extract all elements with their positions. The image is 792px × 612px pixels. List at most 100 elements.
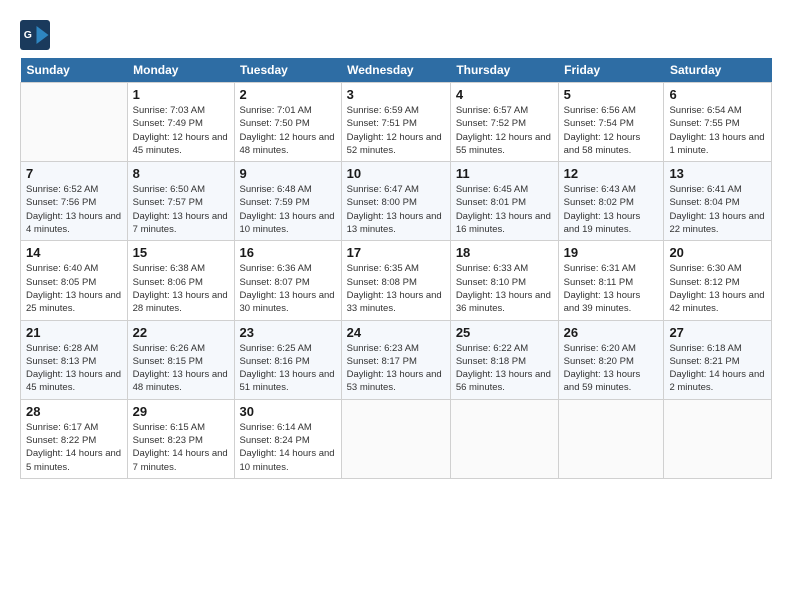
logo: G xyxy=(20,20,54,50)
calendar-cell: 19 Sunrise: 6:31 AMSunset: 8:11 PMDayligh… xyxy=(558,241,664,320)
calendar-table: SundayMondayTuesdayWednesdayThursdayFrid… xyxy=(20,58,772,479)
day-number: 6 xyxy=(669,87,766,102)
day-info: Sunrise: 6:50 AMSunset: 7:57 PMDaylight:… xyxy=(133,183,229,236)
calendar-cell: 26 Sunrise: 6:20 AMSunset: 8:20 PMDayligh… xyxy=(558,320,664,399)
day-info: Sunrise: 6:26 AMSunset: 8:15 PMDaylight:… xyxy=(133,342,229,395)
calendar-cell: 24Sunrise: 6:23 AMSunset: 8:17 PMDayligh… xyxy=(341,320,450,399)
day-info: Sunrise: 6:18 AMSunset: 8:21 PMDaylight:… xyxy=(669,342,766,395)
day-info: Sunrise: 6:56 AMSunset: 7:54 PMDaylight:… xyxy=(564,104,659,157)
day-number: 8 xyxy=(133,166,229,181)
calendar-cell: 17Sunrise: 6:35 AMSunset: 8:08 PMDayligh… xyxy=(341,241,450,320)
header-thursday: Thursday xyxy=(450,58,558,83)
day-info: Sunrise: 7:03 AMSunset: 7:49 PMDaylight:… xyxy=(133,104,229,157)
day-info: Sunrise: 6:33 AMSunset: 8:10 PMDaylight:… xyxy=(456,262,553,315)
day-number: 23 xyxy=(240,325,336,340)
calendar-cell: 25 Sunrise: 6:22 AMSunset: 8:18 PMDayligh… xyxy=(450,320,558,399)
calendar-cell: 14 Sunrise: 6:40 AMSunset: 8:05 PMDayligh… xyxy=(21,241,128,320)
day-number: 14 xyxy=(26,245,122,260)
day-number: 22 xyxy=(133,325,229,340)
calendar-cell: 15 Sunrise: 6:38 AMSunset: 8:06 PMDayligh… xyxy=(127,241,234,320)
calendar-cell: 11 Sunrise: 6:45 AMSunset: 8:01 PMDayligh… xyxy=(450,162,558,241)
day-info: Sunrise: 6:45 AMSunset: 8:01 PMDaylight:… xyxy=(456,183,553,236)
week-row-3: 21 Sunrise: 6:28 AMSunset: 8:13 PMDayligh… xyxy=(21,320,772,399)
calendar-cell: 20 Sunrise: 6:30 AMSunset: 8:12 PMDayligh… xyxy=(664,241,772,320)
day-number: 10 xyxy=(347,166,445,181)
day-number: 15 xyxy=(133,245,229,260)
day-info: Sunrise: 6:38 AMSunset: 8:06 PMDaylight:… xyxy=(133,262,229,315)
day-info: Sunrise: 6:20 AMSunset: 8:20 PMDaylight:… xyxy=(564,342,659,395)
week-row-1: 7 Sunrise: 6:52 AMSunset: 7:56 PMDaylight… xyxy=(21,162,772,241)
calendar-cell: 16 Sunrise: 6:36 AMSunset: 8:07 PMDayligh… xyxy=(234,241,341,320)
calendar-cell: 12Sunrise: 6:43 AMSunset: 8:02 PMDayligh… xyxy=(558,162,664,241)
day-number: 19 xyxy=(564,245,659,260)
calendar-cell: 3 Sunrise: 6:59 AMSunset: 7:51 PMDaylight… xyxy=(341,83,450,162)
calendar-cell: 23 Sunrise: 6:25 AMSunset: 8:16 PMDayligh… xyxy=(234,320,341,399)
calendar-cell xyxy=(21,83,128,162)
day-number: 26 xyxy=(564,325,659,340)
day-number: 7 xyxy=(26,166,122,181)
day-number: 11 xyxy=(456,166,553,181)
day-info: Sunrise: 6:15 AMSunset: 8:23 PMDaylight:… xyxy=(133,421,229,474)
calendar-cell: 6 Sunrise: 6:54 AMSunset: 7:55 PMDaylight… xyxy=(664,83,772,162)
header-tuesday: Tuesday xyxy=(234,58,341,83)
calendar-cell: 8 Sunrise: 6:50 AMSunset: 7:57 PMDaylight… xyxy=(127,162,234,241)
day-info: Sunrise: 6:47 AMSunset: 8:00 PMDaylight:… xyxy=(347,183,445,236)
day-number: 28 xyxy=(26,404,122,419)
header: G xyxy=(20,20,772,50)
day-number: 2 xyxy=(240,87,336,102)
calendar-cell xyxy=(664,399,772,478)
day-number: 30 xyxy=(240,404,336,419)
svg-text:G: G xyxy=(24,29,32,41)
day-info: Sunrise: 6:54 AMSunset: 7:55 PMDaylight:… xyxy=(669,104,766,157)
day-info: Sunrise: 6:14 AMSunset: 8:24 PMDaylight:… xyxy=(240,421,336,474)
day-number: 29 xyxy=(133,404,229,419)
day-info: Sunrise: 7:01 AMSunset: 7:50 PMDaylight:… xyxy=(240,104,336,157)
day-number: 18 xyxy=(456,245,553,260)
day-number: 5 xyxy=(564,87,659,102)
calendar-cell: 13 Sunrise: 6:41 AMSunset: 8:04 PMDayligh… xyxy=(664,162,772,241)
week-row-0: 1 Sunrise: 7:03 AMSunset: 7:49 PMDaylight… xyxy=(21,83,772,162)
calendar-cell: 7 Sunrise: 6:52 AMSunset: 7:56 PMDaylight… xyxy=(21,162,128,241)
header-sunday: Sunday xyxy=(21,58,128,83)
day-info: Sunrise: 6:52 AMSunset: 7:56 PMDaylight:… xyxy=(26,183,122,236)
day-number: 25 xyxy=(456,325,553,340)
day-info: Sunrise: 6:25 AMSunset: 8:16 PMDaylight:… xyxy=(240,342,336,395)
calendar-cell: 1 Sunrise: 7:03 AMSunset: 7:49 PMDaylight… xyxy=(127,83,234,162)
calendar-cell: 18 Sunrise: 6:33 AMSunset: 8:10 PMDayligh… xyxy=(450,241,558,320)
day-number: 16 xyxy=(240,245,336,260)
calendar-cell: 27Sunrise: 6:18 AMSunset: 8:21 PMDayligh… xyxy=(664,320,772,399)
logo-icon: G xyxy=(20,20,50,50)
calendar-cell: 5 Sunrise: 6:56 AMSunset: 7:54 PMDaylight… xyxy=(558,83,664,162)
week-row-2: 14 Sunrise: 6:40 AMSunset: 8:05 PMDayligh… xyxy=(21,241,772,320)
day-number: 4 xyxy=(456,87,553,102)
calendar-cell: 4 Sunrise: 6:57 AMSunset: 7:52 PMDaylight… xyxy=(450,83,558,162)
calendar-cell: 9Sunrise: 6:48 AMSunset: 7:59 PMDaylight… xyxy=(234,162,341,241)
calendar-cell: 2 Sunrise: 7:01 AMSunset: 7:50 PMDaylight… xyxy=(234,83,341,162)
header-saturday: Saturday xyxy=(664,58,772,83)
day-number: 1 xyxy=(133,87,229,102)
day-info: Sunrise: 6:35 AMSunset: 8:08 PMDaylight:… xyxy=(347,262,445,315)
day-number: 12 xyxy=(564,166,659,181)
day-number: 21 xyxy=(26,325,122,340)
day-info: Sunrise: 6:22 AMSunset: 8:18 PMDaylight:… xyxy=(456,342,553,395)
day-number: 9 xyxy=(240,166,336,181)
calendar-cell: 21 Sunrise: 6:28 AMSunset: 8:13 PMDayligh… xyxy=(21,320,128,399)
calendar-cell: 30 Sunrise: 6:14 AMSunset: 8:24 PMDayligh… xyxy=(234,399,341,478)
day-info: Sunrise: 6:36 AMSunset: 8:07 PMDaylight:… xyxy=(240,262,336,315)
day-info: Sunrise: 6:57 AMSunset: 7:52 PMDaylight:… xyxy=(456,104,553,157)
week-row-4: 28 Sunrise: 6:17 AMSunset: 8:22 PMDayligh… xyxy=(21,399,772,478)
day-info: Sunrise: 6:30 AMSunset: 8:12 PMDaylight:… xyxy=(669,262,766,315)
day-info: Sunrise: 6:40 AMSunset: 8:05 PMDaylight:… xyxy=(26,262,122,315)
day-number: 20 xyxy=(669,245,766,260)
day-number: 13 xyxy=(669,166,766,181)
calendar-header-row: SundayMondayTuesdayWednesdayThursdayFrid… xyxy=(21,58,772,83)
day-info: Sunrise: 6:28 AMSunset: 8:13 PMDaylight:… xyxy=(26,342,122,395)
day-info: Sunrise: 6:31 AMSunset: 8:11 PMDaylight:… xyxy=(564,262,659,315)
day-info: Sunrise: 6:41 AMSunset: 8:04 PMDaylight:… xyxy=(669,183,766,236)
header-friday: Friday xyxy=(558,58,664,83)
day-number: 3 xyxy=(347,87,445,102)
day-number: 24 xyxy=(347,325,445,340)
day-info: Sunrise: 6:59 AMSunset: 7:51 PMDaylight:… xyxy=(347,104,445,157)
day-info: Sunrise: 6:17 AMSunset: 8:22 PMDaylight:… xyxy=(26,421,122,474)
calendar-cell: 22 Sunrise: 6:26 AMSunset: 8:15 PMDayligh… xyxy=(127,320,234,399)
